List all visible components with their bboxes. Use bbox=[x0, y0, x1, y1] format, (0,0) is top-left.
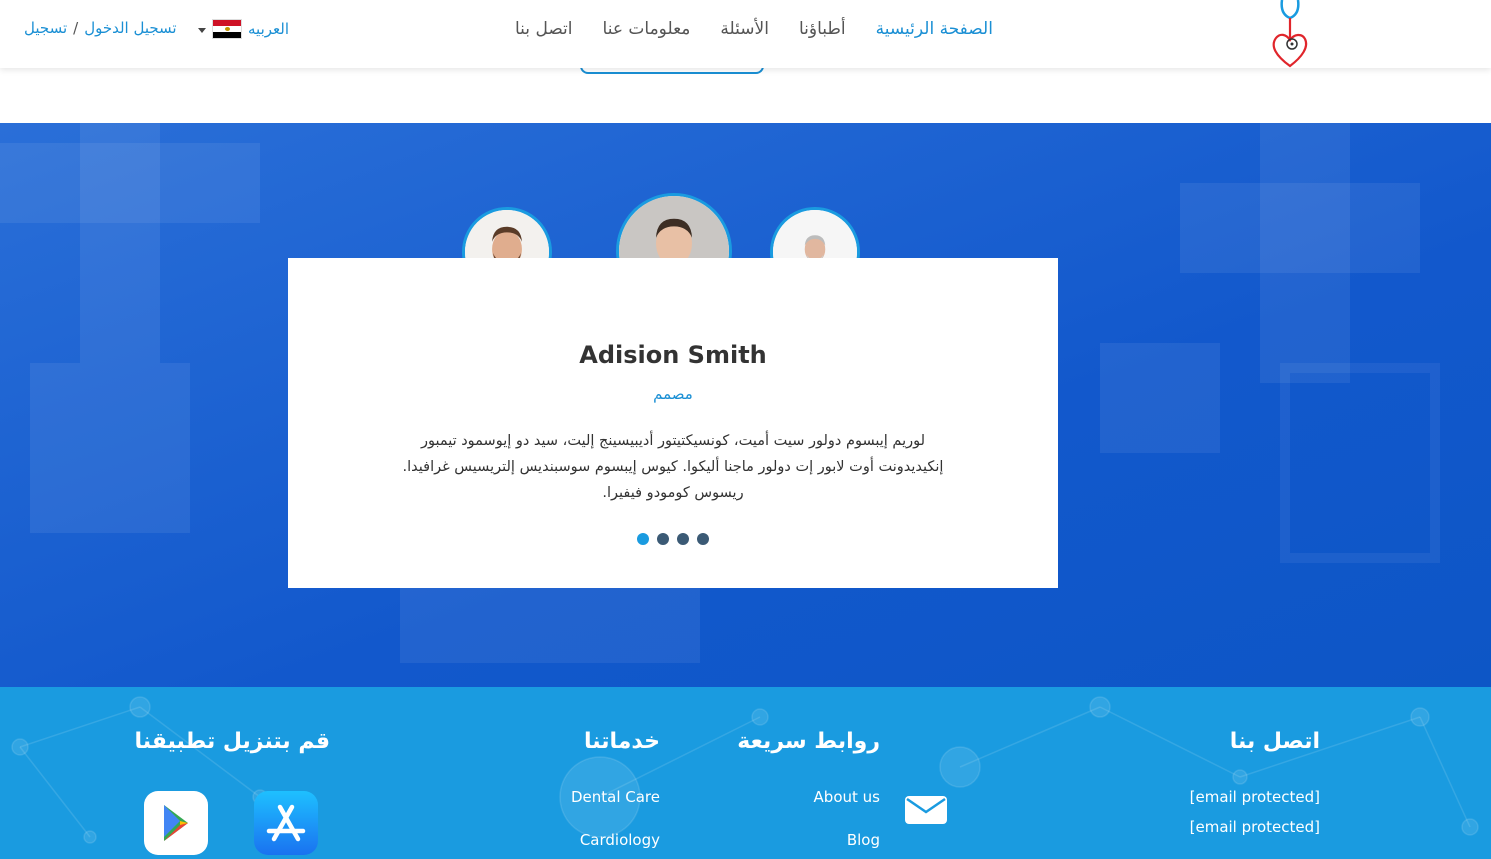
bg-cross-shape bbox=[80, 123, 160, 363]
app-download-title: قم بتنزيل تطبيقنا bbox=[134, 729, 330, 754]
nav-contact[interactable]: اتصل بنا bbox=[515, 19, 573, 39]
quick-links-title: روابط سريعة bbox=[737, 729, 880, 754]
services-title: خدماتنا bbox=[584, 729, 660, 754]
bg-cross-shape bbox=[1260, 123, 1350, 383]
testimonial-card: Adision Smith مصمم لوريم إيبسوم دولور سي… bbox=[288, 258, 1058, 588]
contact-email-1[interactable]: [email protected] bbox=[1140, 788, 1320, 806]
carousel-dots bbox=[288, 533, 1058, 545]
contact-email-2[interactable]: [email protected] bbox=[1140, 818, 1320, 836]
testimonial-text: لوريم إيبسوم دولور سيت أميت، كونسيكتيتور… bbox=[402, 433, 944, 501]
stethoscope-logo-icon[interactable] bbox=[1268, 0, 1312, 68]
app-store-icon[interactable] bbox=[254, 791, 318, 855]
quick-link-about-us[interactable]: About us bbox=[780, 788, 880, 806]
carousel-dot[interactable] bbox=[637, 533, 649, 545]
carousel-dot[interactable] bbox=[677, 533, 689, 545]
bg-cross-shape bbox=[1100, 343, 1220, 453]
service-link-cardiology[interactable]: Cardiology bbox=[560, 831, 660, 849]
auth-links: تسجيل / تسجيل الدخول bbox=[24, 19, 177, 37]
bg-cross-shape bbox=[1280, 363, 1440, 563]
bg-cross-shape bbox=[30, 363, 190, 533]
envelope-icon bbox=[904, 795, 948, 829]
site-footer: قم بتنزيل تطبيقنا خدماتنا روابط سريعة ات… bbox=[0, 687, 1491, 859]
login-link[interactable]: تسجيل الدخول bbox=[84, 19, 176, 37]
main-nav: اتصل بنا معلومات عنا الأسئلة أطباؤنا الص… bbox=[515, 19, 993, 39]
auth-separator: / bbox=[73, 19, 79, 37]
testimonial-name: Adision Smith bbox=[579, 341, 767, 369]
nav-home[interactable]: الصفحة الرئيسية bbox=[876, 19, 993, 39]
testimonial-role: مصمم bbox=[653, 385, 693, 403]
register-link[interactable]: تسجيل bbox=[24, 19, 67, 37]
language-label: العربيه bbox=[248, 20, 289, 38]
quick-link-blog[interactable]: Blog bbox=[780, 831, 880, 849]
nav-doctors[interactable]: أطباؤنا bbox=[799, 19, 846, 39]
site-header: تسجيل / تسجيل الدخول العربيه اتصل بنا مع… bbox=[0, 0, 1491, 68]
google-play-icon[interactable] bbox=[144, 791, 208, 855]
carousel-dot[interactable] bbox=[697, 533, 709, 545]
carousel-dot[interactable] bbox=[657, 533, 669, 545]
language-selector[interactable]: العربيه bbox=[198, 19, 289, 39]
nav-about[interactable]: معلومات عنا bbox=[603, 19, 691, 39]
testimonials-section: Adision Smith مصمم لوريم إيبسوم دولور سي… bbox=[0, 123, 1491, 687]
contact-title: اتصل بنا bbox=[1229, 729, 1320, 754]
nav-faq[interactable]: الأسئلة bbox=[720, 19, 769, 39]
chevron-down-icon bbox=[198, 27, 206, 33]
egypt-flag-icon bbox=[212, 19, 242, 39]
service-link-dental-care[interactable]: Dental Care bbox=[560, 788, 660, 806]
